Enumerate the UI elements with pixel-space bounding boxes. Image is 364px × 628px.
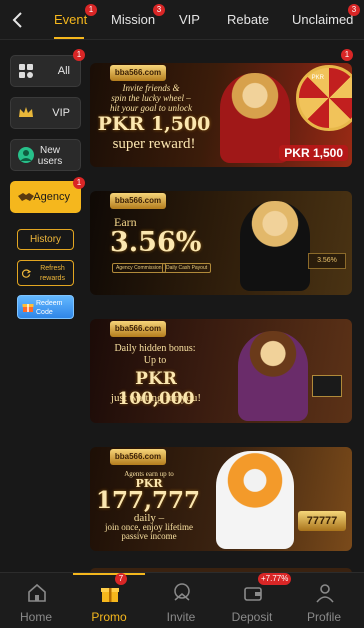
- tab-unclaimed-badge: 3: [348, 4, 360, 16]
- banner-line: Invite friends &: [122, 83, 180, 93]
- sidebar-item-agency[interactable]: Agency: [10, 181, 81, 213]
- invite-icon: [174, 583, 190, 601]
- banner-text: Agents earn up to PKR: [94, 469, 204, 489]
- lucky-wheel-icon: [296, 65, 352, 131]
- nav-label: Invite: [166, 610, 196, 624]
- nav-promo[interactable]: 7 Promo: [73, 573, 145, 628]
- top-tab-bar: Event 1 Mission 3 VIP Rebate Unclaimed 3: [0, 0, 364, 40]
- sidebar-item-new-users[interactable]: New users: [10, 139, 81, 171]
- tab-mission-badge: 3: [153, 4, 165, 16]
- banner-badge: 1: [341, 49, 353, 61]
- tab-unclaimed[interactable]: Unclaimed: [292, 12, 353, 27]
- promo-screen: Event 1 Mission 3 VIP Rebate Unclaimed 3…: [0, 0, 364, 628]
- sidebar-agency-badge: 1: [73, 177, 85, 189]
- tab-event-badge: 1: [85, 4, 97, 16]
- tab-rebate[interactable]: Rebate: [227, 12, 269, 27]
- redeem-code-button[interactable]: Redeem Code: [17, 295, 74, 319]
- prize-tag: PKR 1,500: [279, 145, 348, 161]
- promo-banner-daily-bonus[interactable]: bba566.com Daily hidden bonus: Up to PKR…: [90, 319, 352, 423]
- nav-label: Profile: [306, 610, 341, 624]
- sidebar-all-badge: 1: [73, 49, 85, 61]
- brand-logo: bba566.com: [110, 65, 166, 81]
- home-icon: [28, 583, 46, 602]
- brand-logo: bba566.com: [110, 321, 166, 337]
- bottom-nav: Home 7 Promo Invite +7.77% Deposit Profi…: [0, 572, 364, 628]
- nav-invite[interactable]: Invite: [145, 573, 217, 628]
- wallet-icon: [244, 587, 262, 601]
- commission-sign: 3.56%: [308, 253, 346, 269]
- sidebar-item-label: VIP: [52, 107, 70, 119]
- refresh-rewards-button[interactable]: Refresh rewards: [17, 260, 74, 286]
- nav-deposit[interactable]: +7.77% Deposit: [216, 573, 292, 628]
- refresh-rewards-label: Refresh rewards: [40, 265, 65, 282]
- nav-deposit-badge: +7.77%: [258, 573, 292, 585]
- banner-line: hit your goal to unlock: [110, 103, 192, 113]
- nav-profile[interactable]: Profile: [288, 573, 360, 628]
- handshake-icon: [18, 193, 34, 201]
- banner-text: Invite friends & spin the lucky wheel – …: [96, 83, 206, 113]
- jackpot-sign: 77777: [298, 511, 346, 531]
- treasure-box-icon: [312, 375, 342, 397]
- banner-tail: super reward!: [112, 136, 196, 152]
- wheel-label: PKR: [311, 75, 324, 81]
- sidebar-item-label: New users: [37, 145, 63, 167]
- tab-vip[interactable]: VIP: [179, 12, 200, 27]
- banner-line: Up to: [143, 355, 167, 366]
- crown-icon: [19, 107, 33, 117]
- banner-tail: just waiting for you!: [110, 392, 202, 404]
- sidebar-item-vip[interactable]: VIP: [10, 97, 81, 129]
- promo-banner-agent-earnings[interactable]: bba566.com Agents earn up to PKR 177,777…: [90, 447, 352, 551]
- banner-line: spin the lucky wheel –: [111, 93, 191, 103]
- sidebar-item-label: Agency: [33, 191, 70, 203]
- active-tab-indicator: [54, 37, 84, 39]
- sidebar-item-label: All: [57, 65, 70, 77]
- brand-logo: bba566.com: [110, 449, 166, 465]
- promo-banner-lucky-wheel[interactable]: bba566.com Invite friends & spin the luc…: [90, 63, 352, 167]
- grid-icon: [19, 64, 33, 78]
- nav-label: Promo: [91, 610, 127, 624]
- history-button[interactable]: History: [17, 229, 74, 250]
- banner-chip: Agency Commission: [112, 263, 166, 273]
- model-illustration: [238, 331, 308, 421]
- redeem-code-label: Redeem Code: [36, 300, 63, 316]
- refresh-icon: [22, 269, 31, 278]
- nav-label: Deposit: [231, 610, 273, 624]
- nav-home[interactable]: Home: [0, 573, 72, 628]
- banner-tail-group: daily – join once, enjoy lifetime passiv…: [94, 513, 204, 541]
- banner-text: Daily hidden bonus: Up to: [100, 343, 210, 367]
- brand-logo: bba566.com: [110, 193, 166, 209]
- tiger-mascot-illustration: [216, 451, 294, 549]
- model-illustration: [240, 201, 310, 291]
- nav-promo-badge: 7: [115, 573, 127, 585]
- tab-mission[interactable]: Mission: [111, 12, 155, 27]
- banner-line: Daily hidden bonus:: [114, 343, 196, 354]
- nav-label: Home: [19, 610, 52, 624]
- promo-banner-agency-commission[interactable]: bba566.com Earn 3.56% Agency Commission …: [90, 191, 352, 295]
- banner-tail: passive income: [121, 531, 177, 541]
- back-arrow-icon[interactable]: [8, 10, 28, 30]
- banner-amount: 177,777: [95, 487, 201, 514]
- banner-amount: PKR 1,500: [97, 113, 211, 135]
- sidebar-item-all[interactable]: All: [10, 55, 81, 87]
- banner-chip: Daily Cash Payout: [162, 263, 212, 273]
- tab-event[interactable]: Event: [54, 12, 87, 27]
- gift-icon: [101, 588, 119, 602]
- profile-icon: [316, 584, 334, 603]
- gift-box-icon: [22, 304, 34, 312]
- banner-amount: 3.56%: [110, 227, 202, 258]
